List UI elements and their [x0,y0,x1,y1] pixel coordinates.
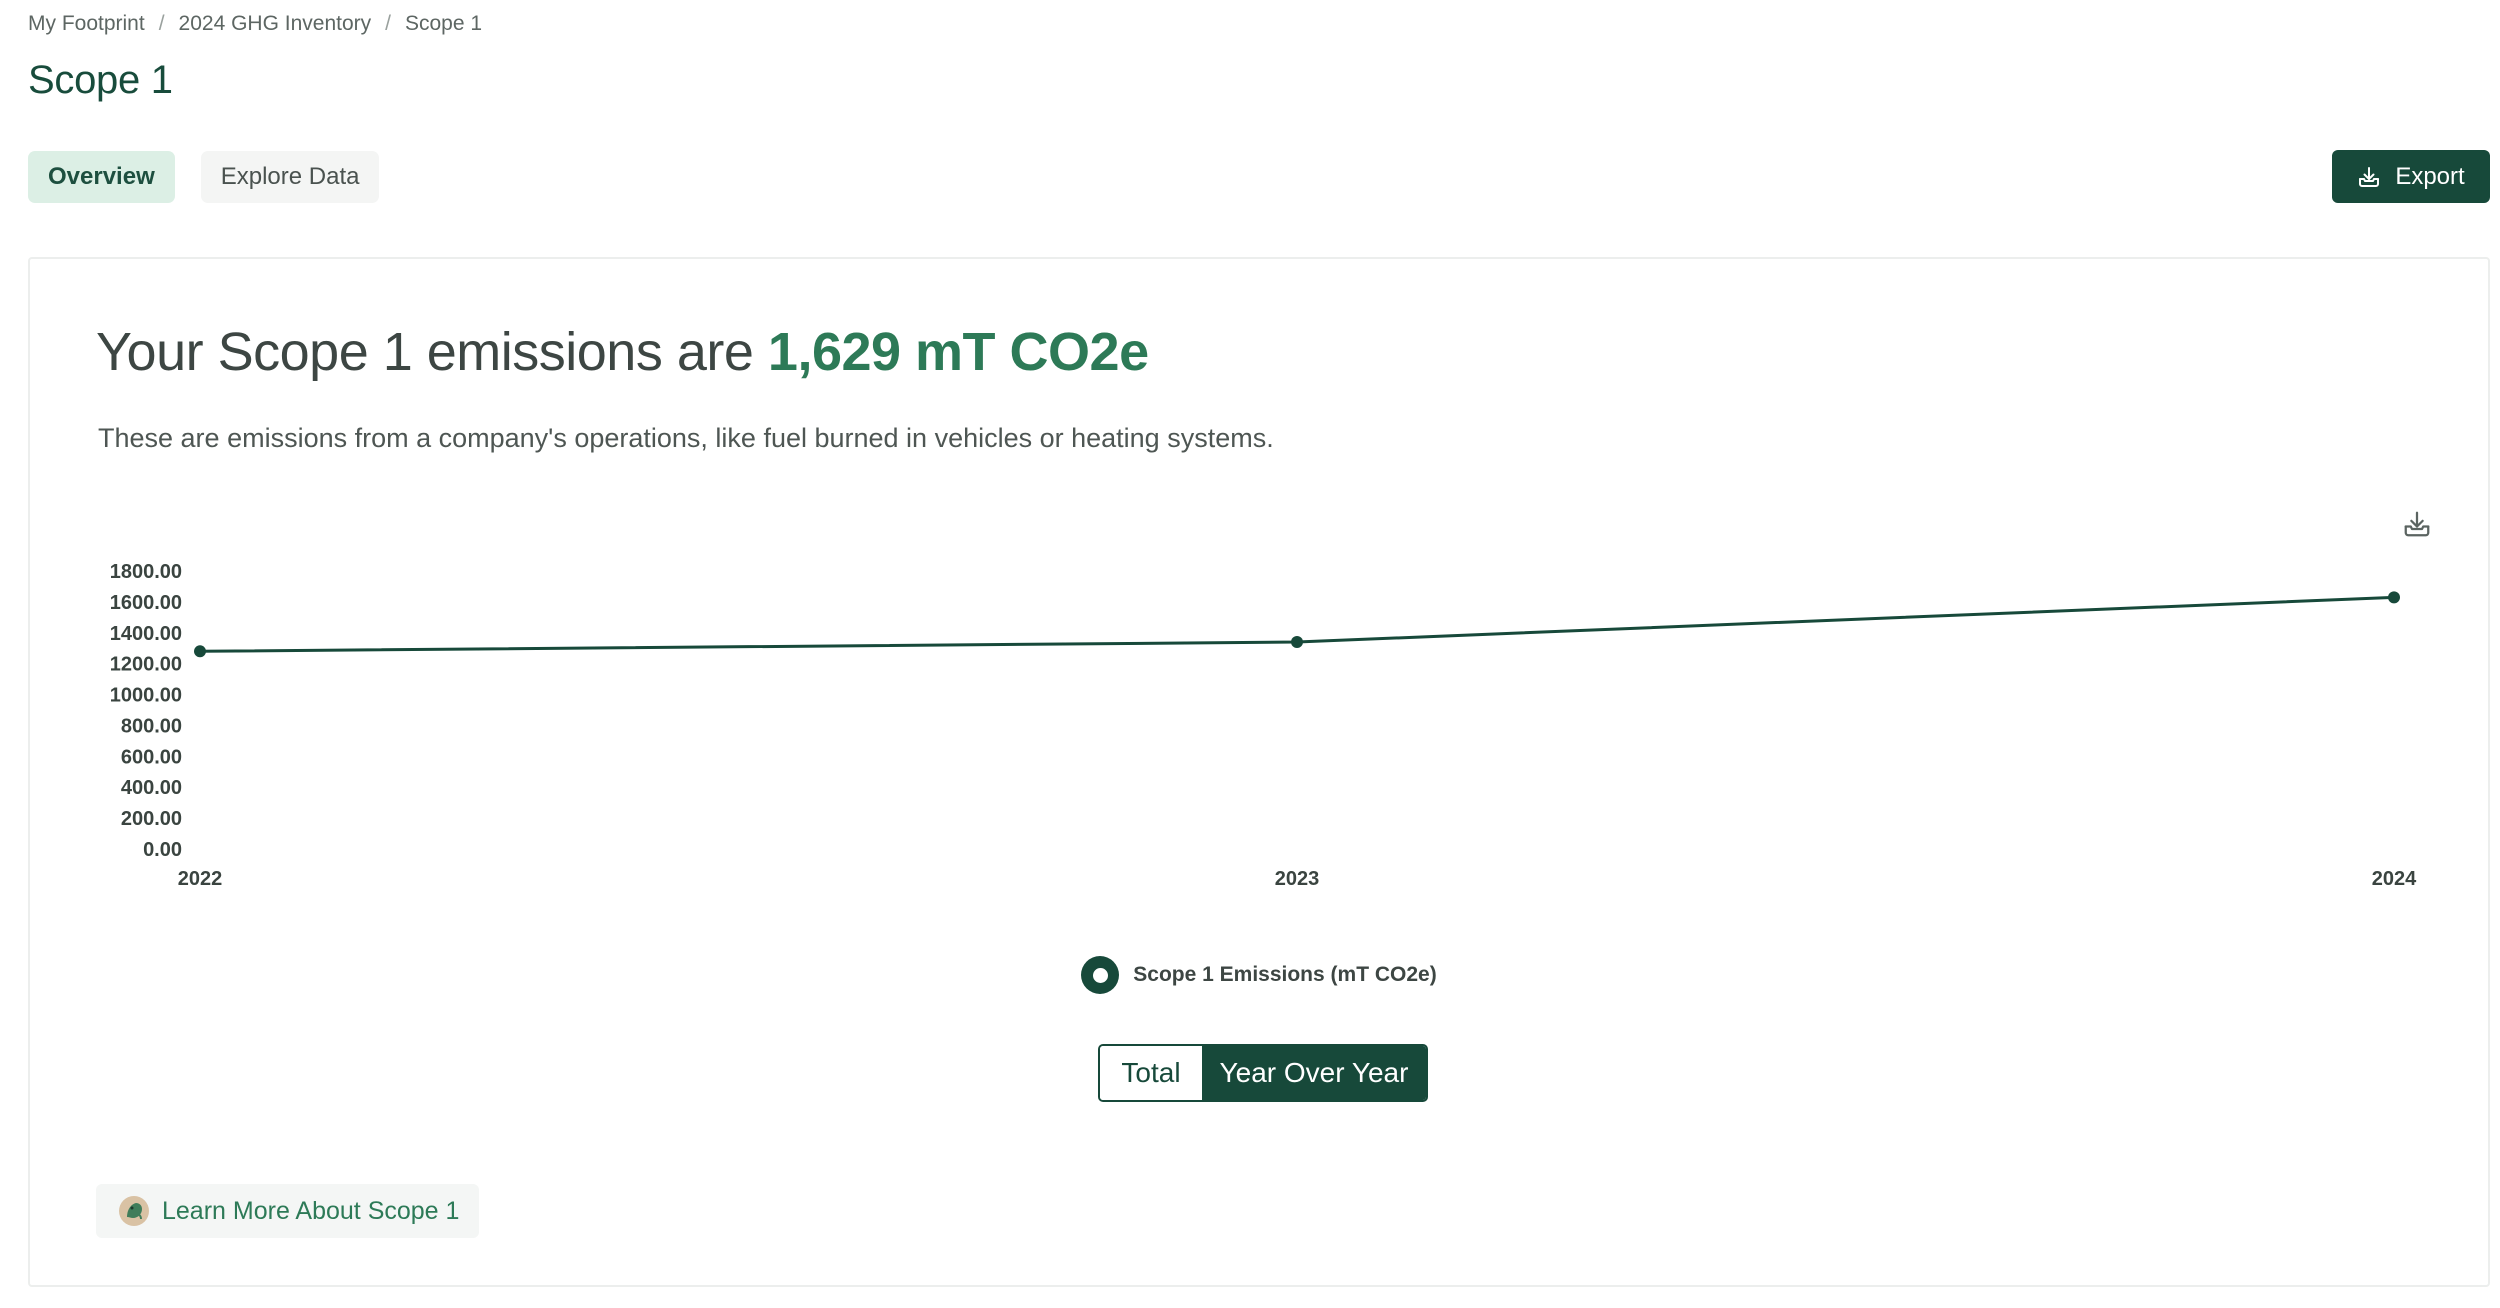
y-tick-label: 800.00 [121,715,182,737]
tab-overview[interactable]: Overview [28,151,175,203]
y-tick-label: 1600.00 [110,592,182,614]
emissions-headline: Your Scope 1 emissions are 1,629 mT CO2e [96,321,1149,383]
export-button[interactable]: Export [2332,150,2490,203]
legend-label: Scope 1 Emissions (mT CO2e) [1133,963,1437,986]
y-tick-label: 400.00 [121,777,182,799]
y-tick-label: 600.00 [121,746,182,768]
toggle-year-over-year[interactable]: Year Over Year [1202,1046,1426,1100]
breadcrumb-separator: / [385,12,391,35]
x-tick-label: 2024 [2372,868,2417,890]
y-tick-label: 1200.00 [110,654,182,676]
breadcrumb-item-current: Scope 1 [405,12,483,35]
learn-more-link[interactable]: Learn More About Scope 1 [96,1184,480,1238]
legend-marker-icon[interactable] [1081,956,1120,994]
y-tick-label: 1400.00 [110,623,182,645]
download-tray-icon [2359,166,2380,187]
page-title: Scope 1 [28,58,173,102]
toggle-total[interactable]: Total [1100,1046,1202,1100]
y-tick-label: 1800.00 [110,561,182,583]
y-tick-label: 0.00 [143,839,182,861]
data-point[interactable] [1291,636,1303,649]
chart-legend: Scope 1 Emissions (mT CO2e) [30,956,2488,994]
breadcrumb-separator: / [158,12,165,35]
data-point[interactable] [194,645,206,658]
y-tick-label: 200.00 [121,808,182,830]
scope-summary-card: Your Scope 1 emissions are 1,629 mT CO2e… [28,257,2490,1287]
view-tabs: Overview Explore Data [28,151,380,203]
x-tick-label: 2023 [1275,868,1320,890]
breadcrumb: My Footprint / 2024 GHG Inventory / Scop… [28,12,482,36]
breadcrumb-item-ghg-inventory[interactable]: 2024 GHG Inventory [179,12,372,36]
chart-download-icon[interactable] [2402,509,2432,539]
learn-more-label: Learn More About Scope 1 [162,1196,460,1225]
tab-explore-data[interactable]: Explore Data [200,151,380,203]
export-button-label: Export [2395,162,2465,190]
emissions-description: These are emissions from a company's ope… [98,423,1274,453]
x-tick-label: 2022 [178,868,223,890]
data-point[interactable] [2388,591,2400,604]
y-tick-label: 1000.00 [110,685,182,707]
globe-leaf-icon [119,1196,149,1226]
headline-prefix: Your Scope 1 emissions are [96,322,754,382]
headline-value: 1,629 mT CO2e [767,322,1149,382]
breadcrumb-item-my-footprint[interactable]: My Footprint [28,12,145,36]
emissions-line-chart: 0.00 200.00 400.00 600.00 800.00 1000.00 1200.… [110,561,2417,890]
chart-view-toggle: Total Year Over Year [1098,1044,1428,1102]
